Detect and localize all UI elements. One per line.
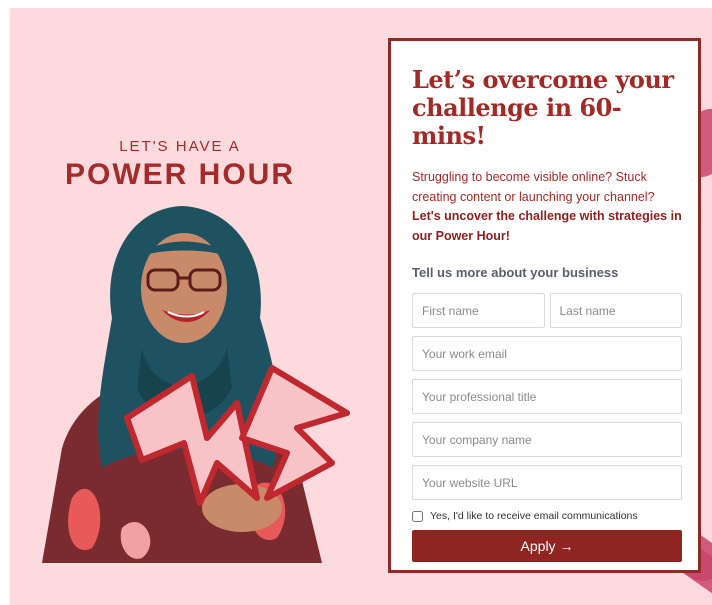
application-card: Let’s overcome your challenge in 60-mins…: [388, 38, 701, 573]
form-section-label: Tell us more about your business: [412, 265, 619, 280]
host-photo: [42, 206, 350, 563]
last-name-input[interactable]: [549, 293, 682, 328]
company-name-input[interactable]: [412, 422, 682, 457]
consent-label: Yes, I'd like to receive email communica…: [430, 510, 638, 522]
intro-highlight: Let's uncover the challenge with strateg…: [412, 209, 682, 243]
work-email-input[interactable]: [412, 336, 682, 371]
hero-title: POWER HOUR: [65, 158, 295, 191]
professional-title-input[interactable]: [412, 379, 682, 414]
hero-kicker: LET'S HAVE A: [119, 138, 241, 155]
intro-text: Struggling to become visible online? Stu…: [412, 170, 655, 204]
page-background: LET'S HAVE A POWER HOUR Let’s overcome y…: [10, 8, 712, 605]
website-url-input[interactable]: [412, 465, 682, 500]
consent-option[interactable]: Yes, I'd like to receive email communica…: [412, 510, 682, 522]
card-heading: Let’s overcome your challenge in 60-mins…: [412, 65, 674, 150]
email-consent-checkbox[interactable]: [412, 510, 423, 522]
first-name-input[interactable]: [412, 293, 545, 328]
apply-button[interactable]: Apply →: [412, 530, 682, 562]
application-form: Yes, I'd like to receive email communica…: [412, 293, 682, 562]
card-intro: Struggling to become visible online? Stu…: [412, 168, 682, 246]
